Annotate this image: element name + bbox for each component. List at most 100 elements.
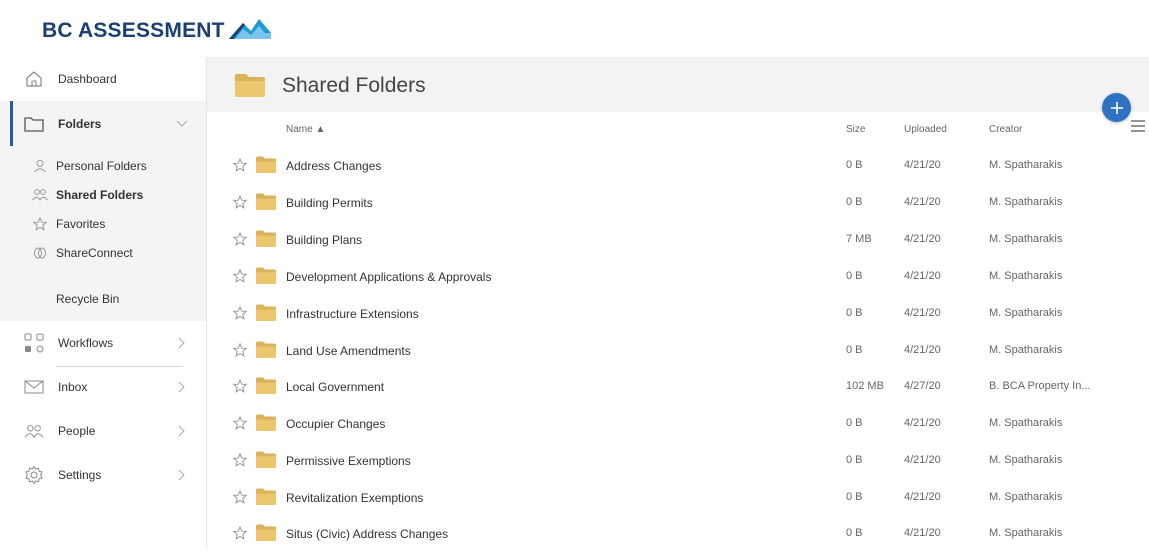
star-icon[interactable] (233, 343, 247, 357)
add-button[interactable] (1102, 93, 1131, 122)
folder-icon (256, 193, 276, 210)
star-icon[interactable] (233, 416, 247, 430)
sidebar-item-label: Inbox (58, 380, 88, 394)
gear-icon (24, 465, 44, 485)
sidebar: Dashboard Folders Personal Folders Share… (0, 57, 207, 548)
sidebar-item-dashboard[interactable]: Dashboard (0, 57, 206, 101)
table-row[interactable]: Situs (Civic) Address Changes 0 B 4/21/2… (207, 516, 1149, 553)
folder-name[interactable]: Revitalization Exemptions (286, 491, 423, 505)
chevron-right-icon (176, 469, 188, 481)
folder-creator: M. Spatharakis (989, 196, 1063, 208)
table-row[interactable]: Infrastructure Extensions 0 B 4/21/20 M.… (207, 296, 1149, 333)
folder-uploaded-date: 4/21/20 (904, 417, 941, 429)
table-row[interactable]: Local Government 102 MB 4/27/20 B. BCA P… (207, 369, 1149, 406)
folder-name[interactable]: Permissive Exemptions (286, 454, 411, 468)
column-header-name[interactable]: Name ▲ (286, 124, 325, 135)
folder-creator: M. Spatharakis (989, 417, 1063, 429)
star-icon (32, 216, 48, 232)
table-row[interactable]: Permissive Exemptions 0 B 4/21/20 M. Spa… (207, 443, 1149, 480)
folder-size: 0 B (846, 196, 863, 208)
folder-name[interactable]: Infrastructure Extensions (286, 307, 419, 321)
workflow-icon (24, 333, 44, 353)
sidebar-item-recycle-bin[interactable]: Recycle Bin (0, 289, 206, 309)
folders-submenu: Personal Folders Shared Folders Favorite… (0, 146, 206, 367)
folder-uploaded-date: 4/21/20 (904, 454, 941, 466)
sidebar-item-shareconnect[interactable]: ShareConnect (0, 243, 206, 263)
star-icon[interactable] (233, 453, 247, 467)
folder-name[interactable]: Occupier Changes (286, 417, 385, 431)
star-icon[interactable] (233, 306, 247, 320)
folder-creator: M. Spatharakis (989, 491, 1063, 503)
folder-icon (256, 524, 276, 541)
star-icon[interactable] (233, 526, 247, 540)
folder-name[interactable]: Development Applications & Approvals (286, 270, 491, 284)
plus-icon (1110, 101, 1123, 114)
folder-icon (256, 377, 276, 394)
folder-uploaded-date: 4/21/20 (904, 159, 941, 171)
folder-name[interactable]: Address Changes (286, 159, 381, 173)
chevron-right-icon (176, 425, 188, 437)
folder-uploaded-date: 4/21/20 (904, 491, 941, 503)
chevron-right-icon (176, 337, 188, 349)
table-row[interactable]: Revitalization Exemptions 0 B 4/21/20 M.… (207, 480, 1149, 517)
sidebar-item-label: Settings (58, 468, 102, 482)
column-header-uploaded[interactable]: Uploaded (904, 124, 947, 135)
sidebar-item-label: People (58, 424, 96, 438)
table-row[interactable]: Building Plans 7 MB 4/21/20 M. Spatharak… (207, 222, 1149, 259)
sidebar-item-settings[interactable]: Settings (0, 453, 206, 497)
folder-size: 0 B (846, 527, 863, 539)
sidebar-item-label: Folders (58, 116, 102, 131)
folder-size: 0 B (846, 307, 863, 319)
folder-size: 102 MB (846, 380, 884, 392)
folder-uploaded-date: 4/21/20 (904, 196, 941, 208)
title-bar: Shared Folders (207, 57, 1149, 112)
sidebar-item-shared-folders[interactable]: Shared Folders (0, 185, 206, 205)
sidebar-item-workflows[interactable]: Workflows (0, 321, 206, 365)
envelope-icon (24, 377, 44, 397)
column-header-creator[interactable]: Creator (989, 124, 1022, 135)
folder-creator: M. Spatharakis (989, 454, 1063, 466)
table-row[interactable]: Land Use Amendments 0 B 4/21/20 M. Spath… (207, 333, 1149, 370)
sidebar-item-personal-folders[interactable]: Personal Folders (0, 156, 206, 176)
sidebar-item-label: ShareConnect (56, 246, 133, 260)
folder-icon (256, 451, 276, 468)
brand-name: BC ASSESSMENT (42, 19, 225, 42)
folder-icon (256, 341, 276, 358)
menu-icon[interactable] (1131, 120, 1145, 132)
column-header-size[interactable]: Size (846, 124, 865, 135)
folder-uploaded-date: 4/21/20 (904, 527, 941, 539)
folder-icon (256, 304, 276, 321)
active-indicator (10, 101, 13, 146)
folder-name[interactable]: Building Plans (286, 233, 362, 247)
folder-size: 0 B (846, 417, 863, 429)
table-row[interactable]: Development Applications & Approvals 0 B… (207, 259, 1149, 296)
star-icon[interactable] (233, 379, 247, 393)
folder-name[interactable]: Building Permits (286, 196, 373, 210)
star-icon[interactable] (233, 269, 247, 283)
folder-size: 0 B (846, 270, 863, 282)
brand-logo[interactable]: BC ASSESSMENT (42, 16, 271, 46)
brand-mark-icon (228, 19, 271, 39)
sidebar-item-label: Recycle Bin (56, 292, 120, 306)
sidebar-item-people[interactable]: People (0, 409, 206, 453)
folder-name[interactable]: Local Government (286, 380, 384, 394)
folder-icon (256, 230, 276, 247)
star-icon[interactable] (233, 158, 247, 172)
folder-icon (256, 267, 276, 284)
folder-name[interactable]: Situs (Civic) Address Changes (286, 527, 448, 541)
chevron-down-icon[interactable] (176, 118, 188, 130)
folder-creator: M. Spatharakis (989, 270, 1063, 282)
folder-name[interactable]: Land Use Amendments (286, 344, 411, 358)
table-row[interactable]: Building Permits 0 B 4/21/20 M. Spathara… (207, 185, 1149, 222)
folder-creator: M. Spatharakis (989, 233, 1063, 245)
sidebar-item-label: Workflows (58, 336, 114, 350)
star-icon[interactable] (233, 490, 247, 504)
folder-creator: B. BCA Property In... (989, 380, 1091, 392)
sidebar-item-inbox[interactable]: Inbox (0, 365, 206, 409)
sidebar-item-folders[interactable]: Folders (0, 101, 206, 146)
table-row[interactable]: Address Changes 0 B 4/21/20 M. Spatharak… (207, 148, 1149, 185)
star-icon[interactable] (233, 232, 247, 246)
sidebar-item-favorites[interactable]: Favorites (0, 214, 206, 234)
star-icon[interactable] (233, 195, 247, 209)
table-row[interactable]: Occupier Changes 0 B 4/21/20 M. Spathara… (207, 406, 1149, 443)
